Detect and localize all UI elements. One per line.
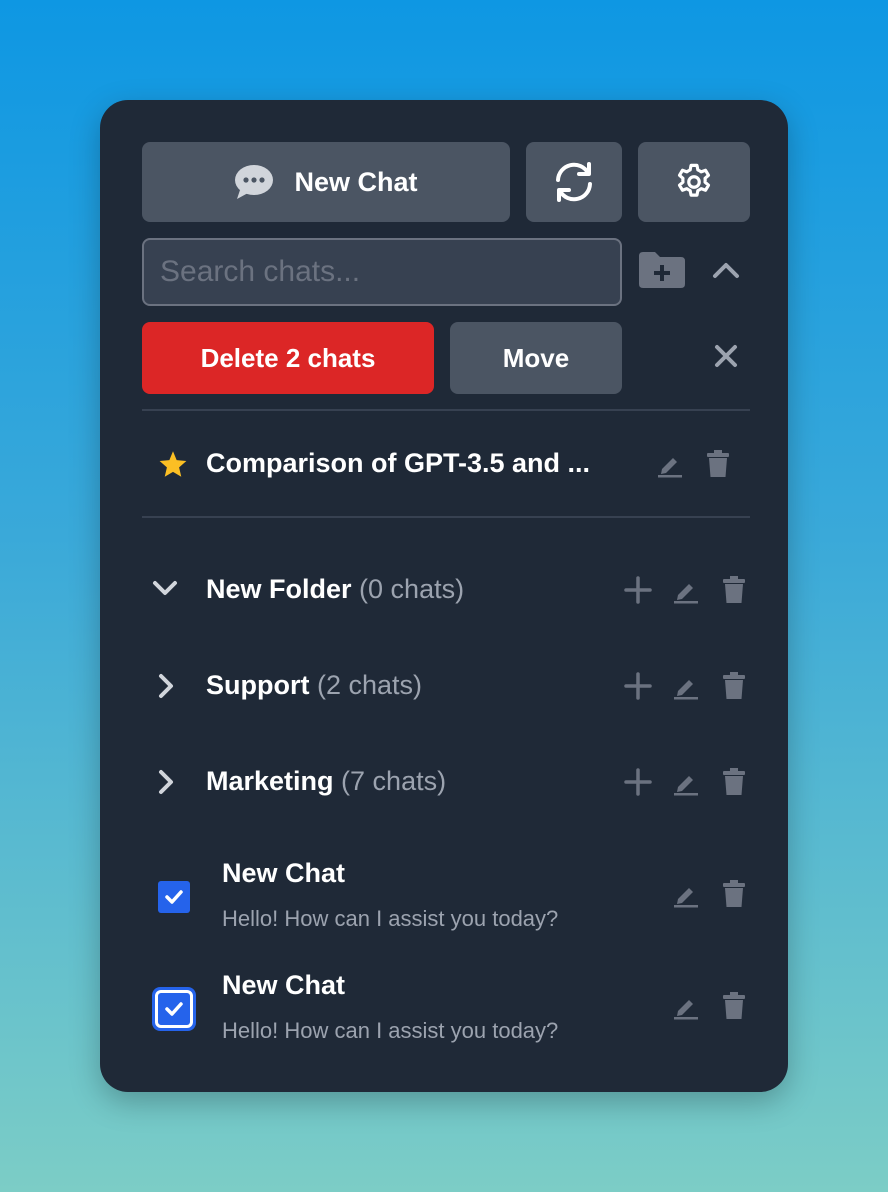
edit-icon[interactable] xyxy=(656,450,684,483)
folder-count: (0 chats) xyxy=(359,574,465,604)
edit-icon[interactable] xyxy=(672,880,700,913)
folder-plus-icon xyxy=(637,250,687,295)
edit-icon[interactable] xyxy=(672,672,700,705)
refresh-button[interactable] xyxy=(526,142,622,222)
new-folder-button[interactable] xyxy=(636,248,688,296)
add-icon[interactable] xyxy=(624,768,652,801)
clear-selection-button[interactable] xyxy=(706,338,746,378)
folder-name: Support xyxy=(206,670,310,700)
settings-button[interactable] xyxy=(638,142,750,222)
chat-bubble-icon xyxy=(234,164,274,200)
delete-selected-label: Delete 2 chats xyxy=(200,342,376,373)
chat-preview: Hello! How can I assist you today? xyxy=(222,906,559,931)
chat-select-checkbox[interactable] xyxy=(155,990,193,1028)
edit-icon[interactable] xyxy=(672,768,700,801)
chat-select-checkbox[interactable] xyxy=(158,881,190,913)
trash-icon[interactable] xyxy=(722,768,746,801)
chat-title[interactable]: New Chat xyxy=(222,970,345,1001)
new-chat-label: New Chat xyxy=(294,166,418,197)
trash-icon[interactable] xyxy=(706,450,730,483)
star-icon xyxy=(158,450,188,483)
folder-row[interactable]: New Folder (0 chats) xyxy=(206,574,464,605)
trash-icon[interactable] xyxy=(722,672,746,705)
trash-icon[interactable] xyxy=(722,880,746,913)
move-button[interactable]: Move xyxy=(450,322,622,394)
folder-count: (2 chats) xyxy=(317,670,423,700)
folder-name: New Folder xyxy=(206,574,352,604)
trash-icon[interactable] xyxy=(722,576,746,609)
folder-count: (7 chats) xyxy=(341,766,447,796)
chevron-right-icon[interactable] xyxy=(158,769,176,800)
divider xyxy=(142,516,750,518)
folder-row[interactable]: Support (2 chats) xyxy=(206,670,422,701)
new-chat-button[interactable]: New Chat xyxy=(142,142,510,222)
divider xyxy=(142,409,750,411)
delete-selected-button[interactable]: Delete 2 chats xyxy=(142,322,434,394)
favorite-chat-title[interactable]: Comparison of GPT-3.5 and ... xyxy=(206,448,590,479)
checkmark-icon xyxy=(165,1002,183,1016)
move-label: Move xyxy=(502,342,570,373)
refresh-icon xyxy=(552,160,596,204)
chevron-down-icon[interactable] xyxy=(152,580,178,603)
checkmark-icon xyxy=(165,890,183,904)
search-input[interactable] xyxy=(142,238,622,306)
add-icon[interactable] xyxy=(624,576,652,609)
gear-icon xyxy=(673,161,715,203)
folder-name: Marketing xyxy=(206,766,334,796)
chat-title[interactable]: New Chat xyxy=(222,858,345,889)
add-icon[interactable] xyxy=(624,672,652,705)
trash-icon[interactable] xyxy=(722,992,746,1025)
edit-icon[interactable] xyxy=(672,576,700,609)
chat-sidebar-panel: New Chat Search chats... Delete 2 chats … xyxy=(100,100,788,1092)
edit-icon[interactable] xyxy=(672,992,700,1025)
folder-row[interactable]: Marketing (7 chats) xyxy=(206,766,446,797)
collapse-button[interactable] xyxy=(706,252,746,292)
close-icon xyxy=(714,344,738,373)
chevron-right-icon[interactable] xyxy=(158,673,176,704)
chat-preview: Hello! How can I assist you today? xyxy=(222,1018,559,1043)
chevron-up-icon xyxy=(712,261,740,284)
